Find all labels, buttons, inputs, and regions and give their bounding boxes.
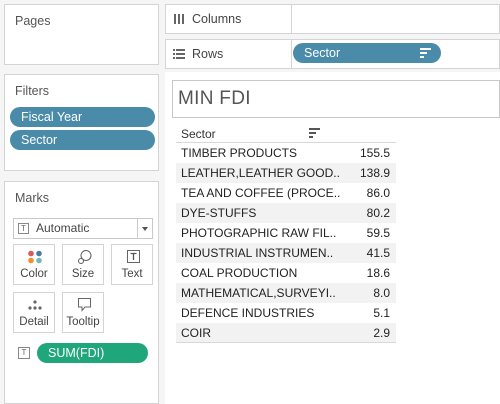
- table-row[interactable]: TEA AND COFFEE (PROCE.. 86.0: [176, 183, 396, 203]
- size-label: Size: [71, 268, 95, 280]
- tooltip-label: Tooltip: [66, 316, 100, 328]
- value-cell: 41.5: [366, 246, 390, 260]
- value-cell: 86.0: [366, 186, 390, 200]
- sort-icon[interactable]: [309, 128, 320, 138]
- color-icon: [28, 250, 42, 264]
- column-header-sector[interactable]: Sector: [181, 127, 216, 141]
- sector-cell: INDUSTRIAL INSTRUMEN..: [181, 246, 334, 260]
- filters-title: Filters: [15, 84, 50, 98]
- rows-pill-label: Sector: [304, 46, 341, 60]
- table-row[interactable]: COAL PRODUCTION 18.6: [176, 263, 396, 283]
- color-label: Color: [20, 268, 48, 280]
- table-row[interactable]: LEATHER,LEATHER GOOD.. 138.9: [176, 163, 396, 183]
- size-icon: [77, 250, 92, 264]
- text-label: Text: [121, 268, 143, 280]
- measure-pill-sum-fdi[interactable]: SUM(FDI): [37, 343, 148, 363]
- color-button[interactable]: Color: [13, 244, 55, 285]
- sector-cell: TEA AND COFFEE (PROCE..: [181, 186, 341, 200]
- size-button[interactable]: Size: [62, 244, 104, 285]
- table-row[interactable]: DEFENCE INDUSTRIES 5.1: [176, 303, 396, 323]
- sector-cell: COAL PRODUCTION: [181, 266, 298, 280]
- sector-cell: TIMBER PRODUCTS: [181, 146, 298, 160]
- value-cell: 18.6: [366, 266, 390, 280]
- value-cell: 138.9: [359, 166, 390, 180]
- filter-pill-fiscal-year[interactable]: Fiscal Year: [10, 107, 155, 127]
- value-cell: 8.0: [373, 286, 390, 300]
- value-cell: 80.2: [366, 206, 390, 220]
- mark-type-dropdown[interactable]: T Automatic: [13, 218, 153, 239]
- rows-pill-sector[interactable]: Sector: [293, 43, 441, 63]
- sector-cell: LEATHER,LEATHER GOOD..: [181, 166, 340, 180]
- table-row[interactable]: COIR 2.9: [176, 323, 396, 343]
- tooltip-button[interactable]: Tooltip: [62, 292, 104, 333]
- filters-card: Filters Fiscal Year Sector: [4, 74, 159, 171]
- columns-icon: [174, 14, 184, 24]
- filter-pill-sector[interactable]: Sector: [10, 130, 155, 150]
- table-bottom-border: [176, 342, 396, 343]
- rows-icon: [173, 49, 185, 59]
- text-encoding-icon: T: [18, 347, 30, 359]
- rows-shelf[interactable]: Rows Sector: [165, 39, 500, 69]
- detail-button[interactable]: Detail: [13, 292, 55, 333]
- columns-label: Columns: [166, 5, 292, 33]
- marks-card: Marks T Automatic Color Size Text Detail…: [4, 181, 159, 404]
- table-row[interactable]: TIMBER PRODUCTS 155.5: [176, 143, 396, 163]
- table-row[interactable]: MATHEMATICAL,SURVEYI.. 8.0: [176, 283, 396, 303]
- sector-cell: MATHEMATICAL,SURVEYI..: [181, 286, 336, 300]
- worksheet-view: MIN FDI Sector TIMBER PRODUCTS 155.5 LEAT…: [165, 72, 500, 404]
- value-cell: 155.5: [359, 146, 390, 160]
- text-mark-icon: T: [18, 223, 29, 234]
- sector-cell: DYE-STUFFS: [181, 206, 257, 220]
- sort-descending-icon[interactable]: [420, 48, 431, 58]
- value-cell: 5.1: [373, 306, 390, 320]
- detail-label: Detail: [19, 316, 49, 328]
- value-cell: 59.5: [366, 226, 390, 240]
- data-table: TIMBER PRODUCTS 155.5 LEATHER,LEATHER GOO…: [176, 142, 396, 343]
- table-row[interactable]: PHOTOGRAPHIC RAW FIL.. 59.5: [176, 223, 396, 243]
- pages-title: Pages: [15, 14, 51, 28]
- mark-type-value: Automatic: [36, 221, 90, 235]
- tooltip-icon: [78, 298, 91, 312]
- marks-title: Marks: [15, 191, 50, 205]
- sector-cell: DEFENCE INDUSTRIES: [181, 306, 315, 320]
- chevron-down-icon[interactable]: [137, 219, 152, 238]
- table-header: Sector: [176, 124, 396, 142]
- table-row[interactable]: DYE-STUFFS 80.2: [176, 203, 396, 223]
- columns-text: Columns: [192, 12, 242, 26]
- sheet-title: MIN FDI: [172, 80, 500, 118]
- columns-shelf[interactable]: Columns: [165, 4, 500, 34]
- rows-label: Rows: [166, 40, 292, 68]
- text-button[interactable]: Text: [111, 244, 153, 285]
- rows-text: Rows: [192, 47, 224, 61]
- detail-icon: [28, 300, 42, 310]
- text-icon: [127, 250, 140, 263]
- sector-cell: PHOTOGRAPHIC RAW FIL..: [181, 226, 337, 240]
- value-cell: 2.9: [373, 326, 390, 340]
- table-row[interactable]: INDUSTRIAL INSTRUMEN.. 41.5: [176, 243, 396, 263]
- sector-cell: COIR: [181, 326, 211, 340]
- pages-card[interactable]: Pages: [4, 4, 159, 65]
